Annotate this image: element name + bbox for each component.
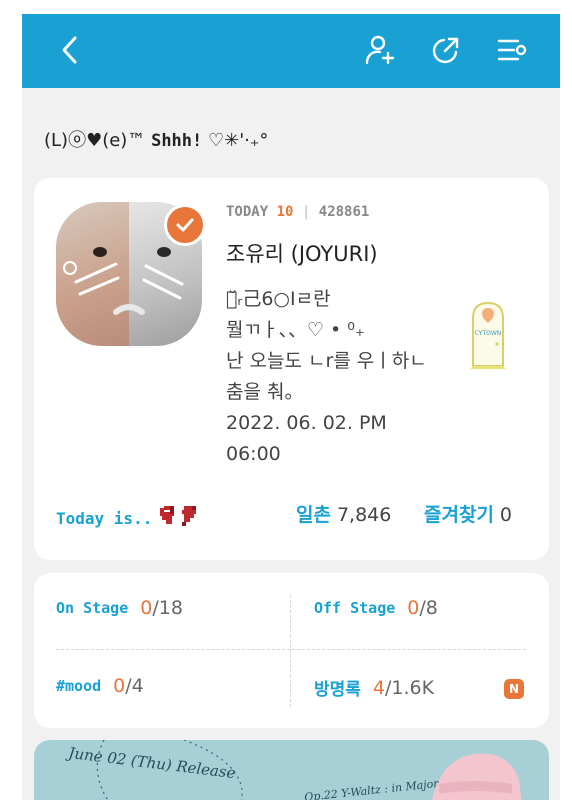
today-label: TODAY	[226, 204, 269, 220]
guestbook-current: 4	[372, 676, 386, 699]
today-mood: Today is..	[56, 504, 204, 532]
horizontal-divider	[56, 649, 526, 650]
tagline-shh: Shhh!	[151, 131, 203, 151]
mood-total: /4	[125, 675, 144, 697]
guestbook-total: /1.6K	[385, 676, 435, 699]
share-icon[interactable]	[428, 32, 464, 68]
person-add-icon[interactable]	[362, 32, 398, 68]
off-stage-link[interactable]: Off Stage 0/8	[314, 597, 438, 619]
on-stage-link[interactable]: On Stage 0/18	[56, 597, 183, 619]
ilchon-count: 7,846	[336, 504, 392, 526]
bio-line: 춤을 춰。	[226, 381, 304, 403]
mood-link[interactable]: #mood 0/4	[56, 675, 144, 697]
bio-line: 난 오늘도 ㄴr를 우ㅣ하ㄴ	[226, 350, 427, 372]
ilchon-label: 일촌	[296, 504, 331, 526]
counter-separator: |	[301, 204, 311, 220]
release-banner[interactable]: June 02 (Thu) Release Op.22 Y-Waltz : in…	[34, 740, 549, 800]
ilchon-stat[interactable]: 일촌 7,846	[296, 500, 391, 527]
off-stage-total: /8	[419, 597, 438, 619]
today-count: 10	[276, 204, 294, 220]
profile-bio: ﾊ̆ᵣ己6○Iㄹ란 뭘ㄲㅏ、、♡ • ⁰₊ 난 오늘도 ㄴr를 우ㅣ하ㄴ 춤을 …	[226, 284, 456, 470]
visitor-counter: TODAY 10 | 428861	[226, 204, 369, 220]
cytown-door-icon[interactable]: CYTOWN	[470, 300, 506, 370]
bio-line: 뭘ㄲㅏ、、♡ • ⁰₊	[226, 319, 365, 341]
favorites-label: 즐겨찾기	[424, 504, 494, 526]
mood-label: #mood	[56, 677, 102, 695]
favorites-stat[interactable]: 즐겨찾기 0	[424, 500, 512, 527]
menu-settings-icon[interactable]	[494, 32, 530, 68]
tagline-suffix: ♡✳'·₊°	[208, 130, 269, 151]
vertical-divider	[290, 595, 291, 707]
new-badge: N	[504, 679, 524, 699]
top-bar	[22, 14, 560, 88]
cytown-label: CYTOWN	[475, 330, 502, 337]
bio-line: 06:00	[226, 443, 281, 465]
content-counts-card: On Stage 0/18 Off Stage 0/8 #mood 0/4 방명…	[34, 573, 549, 728]
off-stage-current: 0	[407, 597, 420, 619]
profile-card: TODAY 10 | 428861 조유리 (JOYURI) ﾊ̆ᵣ己6○Iㄹ란…	[34, 178, 549, 560]
on-stage-total: /18	[152, 597, 183, 619]
guestbook-label: 방명록	[314, 680, 361, 700]
bio-line: ﾊ̆ᵣ己6○Iㄹ란	[226, 288, 331, 310]
today-is-label: Today is..	[56, 508, 153, 528]
on-stage-label: On Stage	[56, 599, 129, 617]
bio-line: 2022. 06. 02. PM	[226, 412, 387, 434]
tagline-prefix: (L)ⓞ♥(e)™	[44, 130, 146, 151]
app-frame: (L)ⓞ♥(e)™ Shhh! ♡✳'·₊° TODAY 10 | 428861	[22, 14, 560, 800]
off-stage-label: Off Stage	[314, 599, 396, 617]
profile-tagline: (L)ⓞ♥(e)™ Shhh! ♡✳'·₊°	[44, 126, 268, 152]
chevron-left-icon[interactable]	[52, 32, 88, 68]
guestbook-link[interactable]: 방명록 4/1.6K	[314, 675, 435, 701]
broken-heart-icon	[158, 504, 204, 532]
total-count: 428861	[318, 204, 370, 220]
mood-current: 0	[113, 675, 126, 697]
profile-name: 조유리 (JOYURI)	[226, 242, 378, 266]
favorites-count: 0	[499, 504, 513, 526]
on-stage-current: 0	[140, 597, 153, 619]
check-badge-icon	[164, 204, 206, 246]
